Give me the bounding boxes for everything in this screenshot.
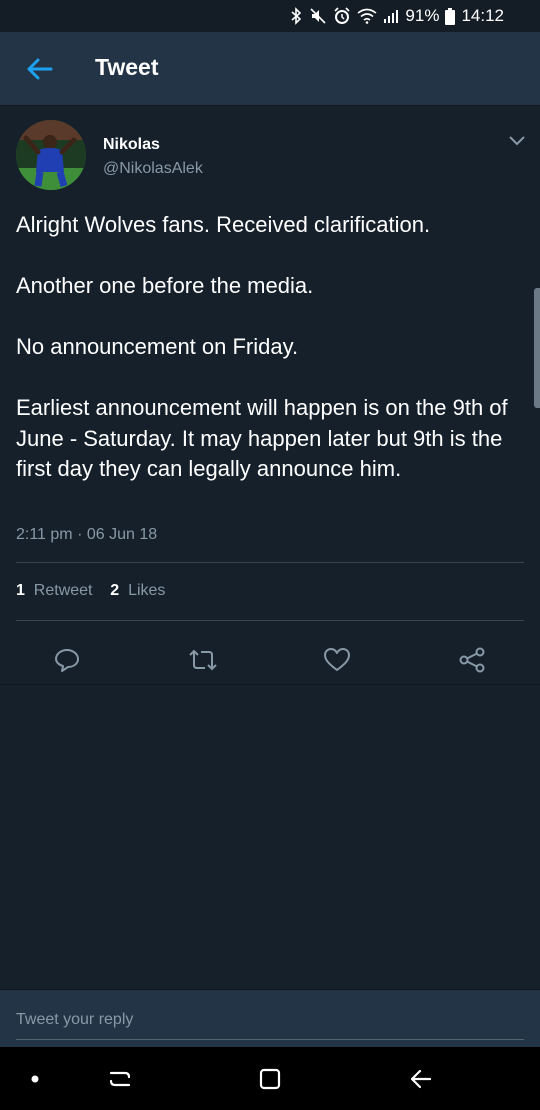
avatar[interactable] [16, 120, 86, 190]
divider [16, 562, 524, 563]
wifi-icon [357, 8, 377, 24]
retweets-label: Retweet [33, 582, 93, 599]
retweets-stat[interactable]: 1 Retweet [16, 582, 93, 599]
signal-icon [383, 8, 399, 24]
back-nav-icon[interactable] [405, 1063, 437, 1095]
likes-stat[interactable]: 2 Likes [110, 582, 165, 599]
tweet-paragraph: Another one before the media. [16, 273, 314, 298]
alarm-icon [333, 7, 351, 25]
like-icon[interactable] [317, 640, 357, 680]
home-icon[interactable] [254, 1063, 286, 1095]
system-nav-bar [0, 1047, 540, 1110]
nav-dot-icon[interactable] [19, 1063, 51, 1095]
back-arrow-icon[interactable] [24, 54, 54, 84]
divider [16, 620, 524, 621]
divider [0, 684, 540, 685]
tweet-paragraph: No announcement on Friday. [16, 334, 299, 359]
tweet-paragraph: Alright Wolves fans. Received clarificat… [16, 212, 431, 237]
status-bar: 91% 14:12 [0, 0, 540, 32]
tweet-paragraph: Earliest announcement will happen is on … [16, 395, 508, 481]
page-title: Tweet [95, 54, 159, 80]
reply-bar [0, 989, 540, 1047]
tweet-stats: 1 Retweet 2 Likes [16, 582, 165, 600]
tweet-actions [0, 636, 540, 684]
reply-icon[interactable] [47, 640, 87, 680]
battery-icon [445, 7, 456, 25]
likes-count: 2 [110, 582, 120, 599]
recent-apps-icon[interactable] [104, 1063, 136, 1095]
retweet-icon[interactable] [183, 640, 223, 680]
author-name[interactable]: Nikolas [103, 136, 160, 154]
likes-label: Likes [128, 582, 166, 599]
clock: 14:12 [461, 6, 504, 25]
retweets-count: 1 [16, 582, 25, 599]
tweet-text: Alright Wolves fans. Received clarificat… [16, 210, 516, 485]
share-icon[interactable] [452, 640, 492, 680]
bluetooth-icon [289, 7, 303, 25]
author-handle[interactable]: @NikolasAlek [103, 160, 203, 178]
chevron-down-icon[interactable] [508, 134, 526, 146]
scroll-indicator[interactable] [534, 288, 540, 408]
tweet-timestamp: 2:11 pm · 06 Jun 18 [16, 526, 158, 543]
reply-input[interactable] [16, 1000, 524, 1040]
mute-icon [309, 7, 327, 25]
battery-percent: 91% [405, 6, 440, 25]
app-bar: Tweet [0, 32, 540, 106]
